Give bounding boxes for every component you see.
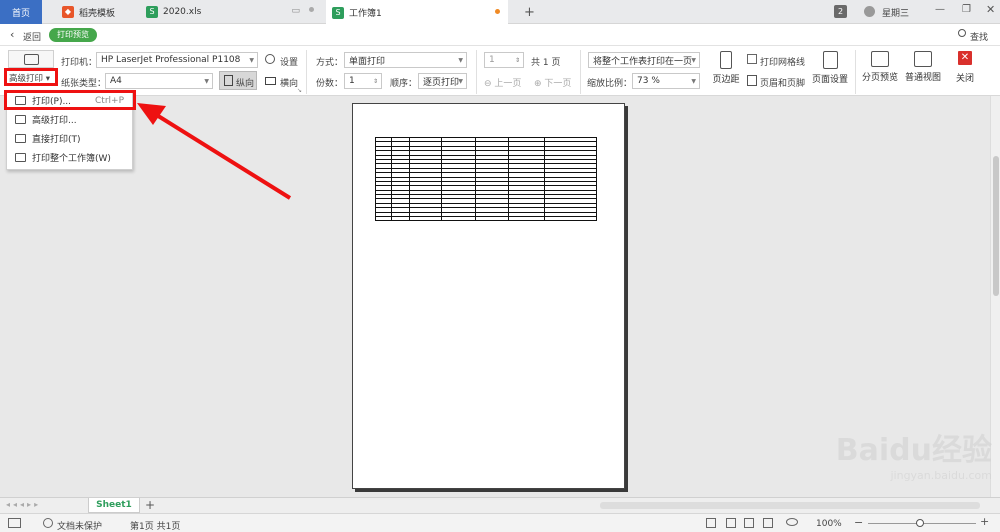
- annotation-arrow: [137, 103, 292, 200]
- horizontal-scrollbar[interactable]: [600, 502, 980, 509]
- zoom-in-icon[interactable]: +: [980, 515, 989, 528]
- page-layout-icon[interactable]: [744, 518, 754, 528]
- sheet-status-icon[interactable]: [8, 518, 21, 528]
- zoom-percent[interactable]: 100%: [816, 519, 842, 529]
- sheet-tab-bar: ◂◂◂▸▸ Sheet1 +: [0, 497, 1000, 513]
- protection-status: 文档未保护: [57, 522, 103, 532]
- fit-icon[interactable]: [706, 518, 716, 528]
- status-bar: 文档未保护 第1页 共1页 100% − +: [0, 513, 1000, 532]
- normal-view-icon[interactable]: [726, 518, 736, 528]
- sheet-nav-icons[interactable]: ◂◂◂▸▸: [6, 500, 41, 509]
- arrow-shaft: [153, 112, 292, 200]
- zoom-slider-thumb[interactable]: [916, 519, 924, 527]
- eye-protection-icon[interactable]: [786, 518, 798, 526]
- arrow-head: [137, 103, 166, 125]
- unprotected-icon: [43, 518, 53, 528]
- sheet-tab[interactable]: Sheet1: [88, 498, 140, 513]
- zoom-out-icon[interactable]: −: [854, 516, 863, 529]
- page-break-view-icon[interactable]: [763, 518, 773, 528]
- add-sheet-button[interactable]: +: [145, 498, 155, 512]
- page-info: 第1页 共1页: [130, 522, 181, 532]
